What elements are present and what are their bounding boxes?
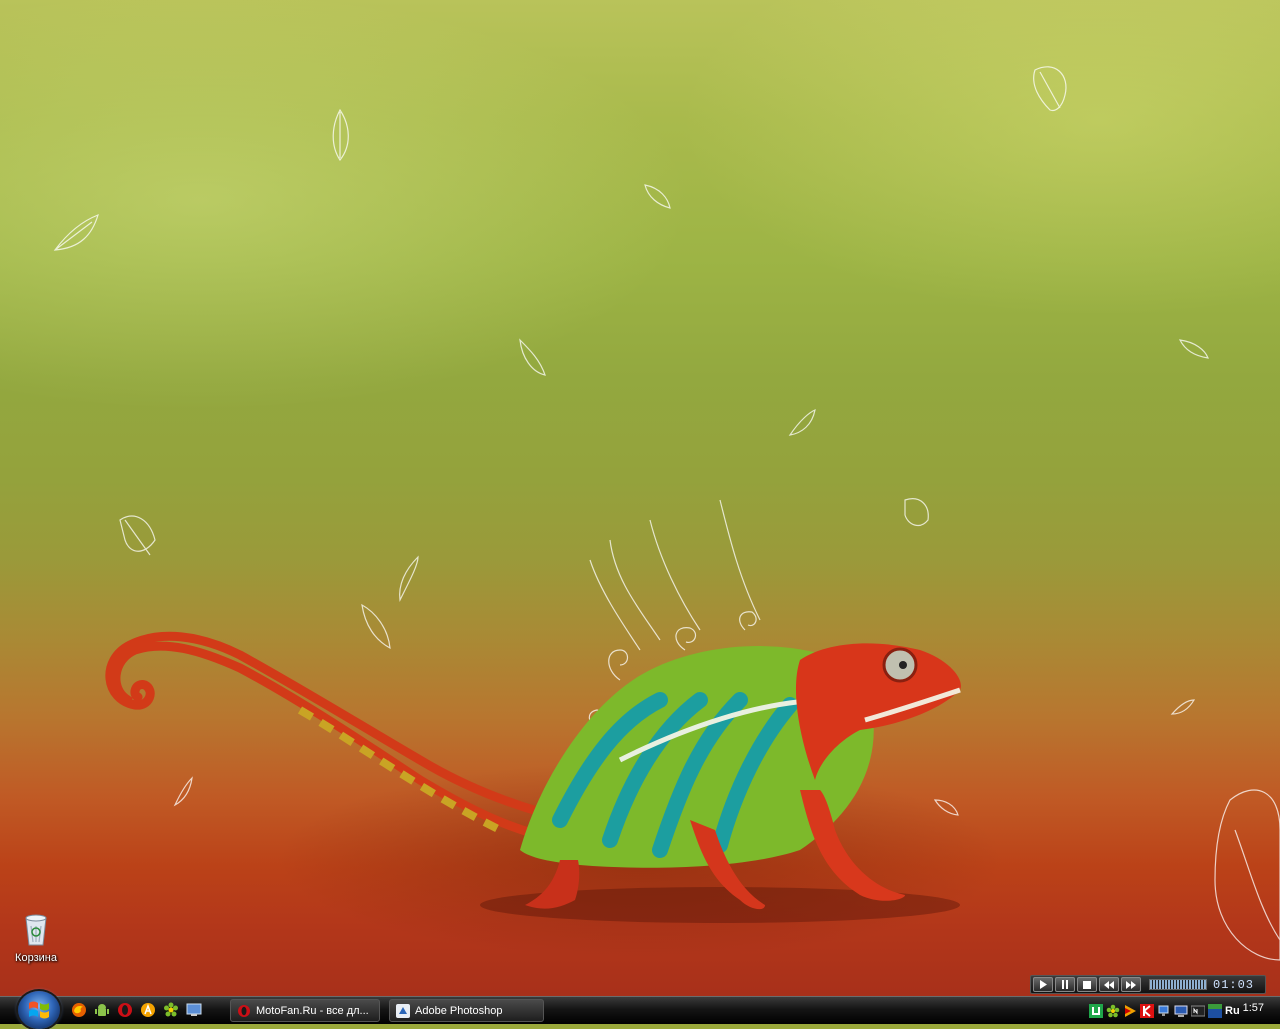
network-icon[interactable]: [1157, 1004, 1171, 1018]
icq-icon: [164, 1002, 178, 1017]
wallpaper-art: [53, 66, 1280, 961]
taskbar-button-photoshop[interactable]: Adobe Photoshop: [389, 999, 544, 1022]
windows-logo-icon: [29, 1001, 49, 1019]
play-button[interactable]: [1033, 977, 1053, 992]
next-icon: [1126, 980, 1136, 989]
desktop-icon-recycle-bin[interactable]: Корзина: [6, 912, 66, 964]
quick-launch-firefox[interactable]: [70, 1001, 88, 1019]
taskbar: MotoFan.Ru - все дл... Adobe Photoshop R…: [0, 991, 1280, 1029]
desktop-wallpaper: [0, 0, 1280, 996]
recycle-bin-icon: [20, 912, 52, 948]
quick-launch-android[interactable]: [93, 1001, 111, 1019]
taskbar-button-label: MotoFan.Ru - все дл...: [256, 1004, 369, 1017]
taskbar-button-browser[interactable]: MotoFan.Ru - все дл...: [230, 999, 380, 1022]
language-indicator[interactable]: Ru: [1225, 1005, 1240, 1017]
stop-button[interactable]: [1077, 977, 1097, 992]
media-time: 01:03: [1213, 977, 1255, 992]
3d-icon[interactable]: [1208, 1003, 1222, 1018]
quick-launch-icq[interactable]: [162, 1001, 180, 1019]
stop-icon: [1083, 980, 1091, 989]
quick-launch: [70, 1001, 203, 1021]
start-button[interactable]: [18, 991, 60, 1029]
quick-launch-show-desktop[interactable]: [185, 1001, 203, 1019]
icq-icon[interactable]: [1106, 1004, 1120, 1018]
seek-bar[interactable]: [1149, 979, 1207, 990]
media-player-toolbar: 01:03: [1030, 975, 1266, 994]
clock[interactable]: 1:57: [1243, 1002, 1264, 1014]
pause-icon: [1062, 980, 1068, 989]
android-icon: [95, 1004, 109, 1016]
seek-fill: [1150, 980, 1206, 989]
firefox-icon: [72, 1003, 86, 1017]
aimp-icon: [141, 1003, 155, 1017]
photoshop-icon: [396, 1003, 410, 1018]
nero-icon[interactable]: [1191, 1004, 1205, 1018]
pause-button[interactable]: [1055, 977, 1075, 992]
play-icon: [1040, 980, 1047, 989]
utorrent-icon[interactable]: [1089, 1003, 1103, 1018]
opera-icon: [238, 1004, 250, 1017]
previous-icon: [1104, 980, 1114, 989]
taskbar-button-label: Adobe Photoshop: [415, 1004, 503, 1017]
monitor-icon[interactable]: [1174, 1004, 1188, 1018]
show-desktop-icon: [186, 1003, 202, 1016]
opera-icon: [118, 1003, 132, 1017]
quick-launch-aimp[interactable]: [139, 1001, 157, 1019]
next-button[interactable]: [1121, 977, 1141, 992]
previous-button[interactable]: [1099, 977, 1119, 992]
kaspersky-icon[interactable]: [1140, 1003, 1154, 1018]
media-icon[interactable]: [1123, 1004, 1137, 1018]
quick-launch-opera[interactable]: [116, 1001, 134, 1019]
recycle-bin-label: Корзина: [15, 952, 57, 964]
